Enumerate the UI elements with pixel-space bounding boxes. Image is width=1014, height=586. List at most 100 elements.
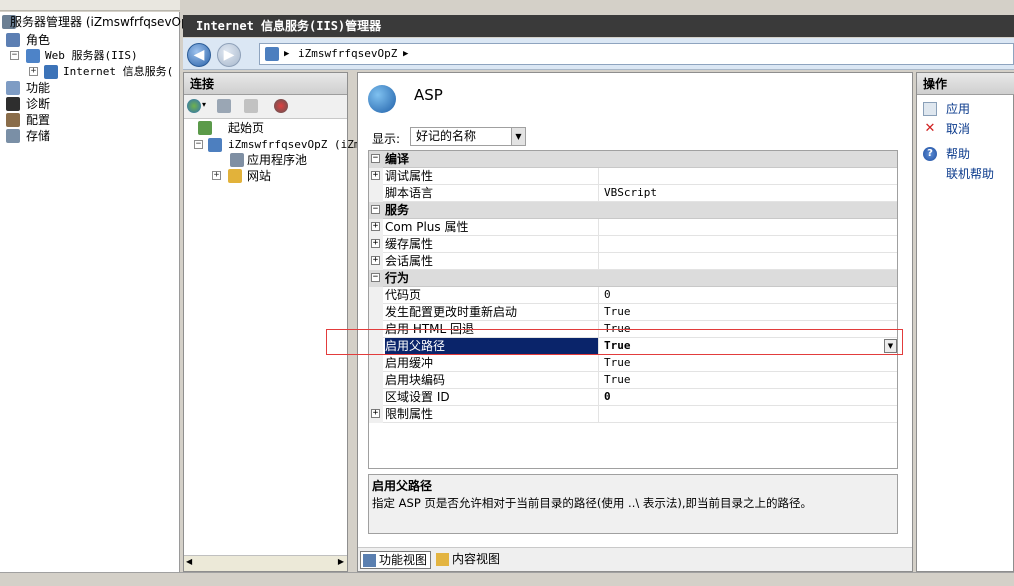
save-icon[interactable] bbox=[217, 99, 231, 113]
collapse-icon[interactable]: − bbox=[371, 273, 380, 282]
grid-category[interactable]: − 服务 bbox=[369, 202, 897, 219]
iis-icon bbox=[44, 65, 58, 79]
tree-item-label: 角色 bbox=[26, 33, 51, 47]
grid-property-row[interactable]: 启用 HTML 回退 True bbox=[369, 321, 897, 338]
up-icon[interactable] bbox=[244, 99, 258, 113]
grid-property-row[interactable]: + Com Plus 属性 bbox=[369, 219, 897, 236]
property-name: 脚本语言 bbox=[385, 185, 599, 202]
collapse-icon[interactable]: − bbox=[371, 154, 380, 163]
collapse-icon[interactable]: − bbox=[371, 205, 380, 214]
property-name: 编译 bbox=[385, 152, 410, 166]
grid-property-row[interactable]: + 限制属性 bbox=[369, 406, 897, 423]
expand-icon[interactable]: + bbox=[29, 67, 38, 76]
property-value[interactable]: VBScript bbox=[600, 185, 897, 202]
forward-button[interactable]: ▶ bbox=[217, 43, 241, 67]
horizontal-scrollbar[interactable]: ◀ ▶ bbox=[184, 555, 347, 571]
property-name: Com Plus 属性 bbox=[385, 219, 599, 236]
property-value[interactable]: True bbox=[600, 372, 897, 389]
tab-label: 功能视图 bbox=[379, 553, 428, 567]
cancel-icon: ✕ bbox=[924, 121, 936, 136]
property-name: 区域设置 ID bbox=[385, 389, 599, 406]
address-bar[interactable]: ▶ iZmswfrfqsevOpZ ▶ bbox=[259, 43, 1014, 65]
grid-property-row[interactable]: 区域设置 ID 0 bbox=[369, 389, 897, 406]
property-value[interactable]: 0 bbox=[600, 287, 897, 304]
connections-toolbar: ▾ bbox=[184, 95, 347, 119]
tree-root-label: 服务器管理器 (iZmswfrfqsevOp bbox=[10, 15, 189, 29]
property-value[interactable]: True bbox=[600, 338, 897, 355]
grid-property-row[interactable]: + 会话属性 bbox=[369, 253, 897, 270]
description-panel: 启用父路径 指定 ASP 页是否允许相对于当前目录的路径(使用 ..\ 表示法)… bbox=[368, 474, 898, 534]
description-title: 启用父路径 bbox=[372, 479, 433, 493]
server-manager-tree: 服务器管理器 (iZmswfrfqsevOp 角色 − Web 服务器(IIS)… bbox=[0, 12, 189, 572]
tree-item-label: Internet 信息服务( bbox=[63, 65, 174, 78]
help-icon: ? bbox=[923, 147, 937, 161]
expand-icon[interactable]: + bbox=[212, 171, 221, 180]
tree-item-label: 功能 bbox=[26, 81, 51, 95]
row-gutter bbox=[369, 372, 383, 389]
tab-content-view[interactable]: 内容视图 bbox=[434, 551, 503, 569]
grid-property-row[interactable]: 脚本语言 VBScript bbox=[369, 185, 897, 202]
property-name: 启用 HTML 回退 bbox=[385, 321, 599, 338]
property-value[interactable] bbox=[600, 219, 897, 236]
row-gutter bbox=[369, 389, 383, 406]
display-select[interactable]: 好记的名称 ▼ bbox=[410, 127, 526, 146]
conn-item-label: 网站 bbox=[247, 169, 272, 183]
actions-header: 操作 bbox=[917, 73, 1014, 95]
grid-property-row[interactable]: + 调试属性 bbox=[369, 168, 897, 185]
grid-property-row[interactable]: 启用块编码 True bbox=[369, 372, 897, 389]
grid-property-row[interactable]: 启用父路径 True ▼ bbox=[369, 338, 897, 355]
dropdown-icon[interactable]: ▾ bbox=[202, 100, 206, 109]
property-value[interactable] bbox=[600, 253, 897, 270]
address-text[interactable]: iZmswfrfqsevOpZ bbox=[298, 44, 397, 64]
chevron-down-icon[interactable]: ▼ bbox=[511, 128, 525, 145]
expand-icon[interactable]: + bbox=[371, 409, 380, 418]
server-icon bbox=[265, 47, 279, 61]
scroll-right-icon[interactable]: ▶ bbox=[338, 557, 344, 566]
property-grid: − 编译 + 调试属性 脚本语言 VBScript − 服务 + Com Plus 属性 + 缓存属性… bbox=[368, 150, 898, 469]
row-gutter bbox=[369, 355, 383, 372]
breadcrumb-separator-icon: ▶ bbox=[284, 49, 290, 59]
row-gutter bbox=[369, 287, 383, 304]
property-value[interactable]: 0 bbox=[600, 389, 897, 406]
grid-property-row[interactable]: 代码页 0 bbox=[369, 287, 897, 304]
back-button[interactable]: ◀ bbox=[187, 43, 211, 67]
conn-item-label: 起始页 bbox=[228, 121, 265, 135]
property-value[interactable]: True bbox=[600, 355, 897, 372]
row-gutter bbox=[369, 185, 383, 202]
expand-icon[interactable]: + bbox=[371, 171, 380, 180]
property-value[interactable] bbox=[600, 236, 897, 253]
expand-icon[interactable]: + bbox=[371, 222, 380, 231]
property-name: 代码页 bbox=[385, 287, 599, 304]
expand-icon[interactable]: + bbox=[371, 256, 380, 265]
asp-globe-icon bbox=[368, 85, 396, 113]
feature-page: ASP 显示: 好记的名称 ▼ − 编译 + 调试属性 脚本语言 VBScript − 服务 +… bbox=[357, 72, 913, 572]
connect-icon[interactable] bbox=[187, 99, 201, 113]
features-icon bbox=[6, 81, 20, 95]
scroll-left-icon[interactable]: ◀ bbox=[186, 557, 192, 566]
arrow-left-icon: ◀ bbox=[193, 47, 205, 63]
chevron-down-icon[interactable]: ▼ bbox=[884, 339, 897, 353]
collapse-icon[interactable]: − bbox=[10, 51, 19, 60]
tab-features-view[interactable]: 功能视图 bbox=[360, 551, 432, 569]
apply-label: 应用 bbox=[946, 102, 971, 116]
property-value[interactable] bbox=[600, 406, 897, 423]
property-value[interactable]: True bbox=[600, 304, 897, 321]
display-select-value: 好记的名称 bbox=[416, 129, 477, 143]
breadcrumb-separator-icon[interactable]: ▶ bbox=[403, 44, 408, 64]
grid-property-row[interactable]: 发生配置更改时重新启动 True bbox=[369, 304, 897, 321]
grid-property-row[interactable]: 启用缓冲 True bbox=[369, 355, 897, 372]
disconnect-icon[interactable] bbox=[274, 99, 288, 113]
grid-property-row[interactable]: + 缓存属性 bbox=[369, 236, 897, 253]
property-value[interactable]: True bbox=[600, 321, 897, 338]
collapse-icon[interactable]: − bbox=[194, 140, 203, 149]
property-value[interactable] bbox=[600, 168, 897, 185]
grid-category[interactable]: − 编译 bbox=[369, 151, 897, 168]
arrow-right-icon: ▶ bbox=[223, 47, 235, 63]
property-name: 缓存属性 bbox=[385, 236, 599, 253]
connections-panel: 连接 ▾ 起始页 − iZmswfrfqsevOpZ (iZm 应用程序池 + … bbox=[183, 72, 360, 572]
cancel-label: 取消 bbox=[946, 122, 971, 136]
start-page-icon bbox=[198, 121, 212, 135]
expand-icon[interactable]: + bbox=[371, 239, 380, 248]
app-pool-icon bbox=[230, 153, 244, 167]
grid-category[interactable]: − 行为 bbox=[369, 270, 897, 287]
